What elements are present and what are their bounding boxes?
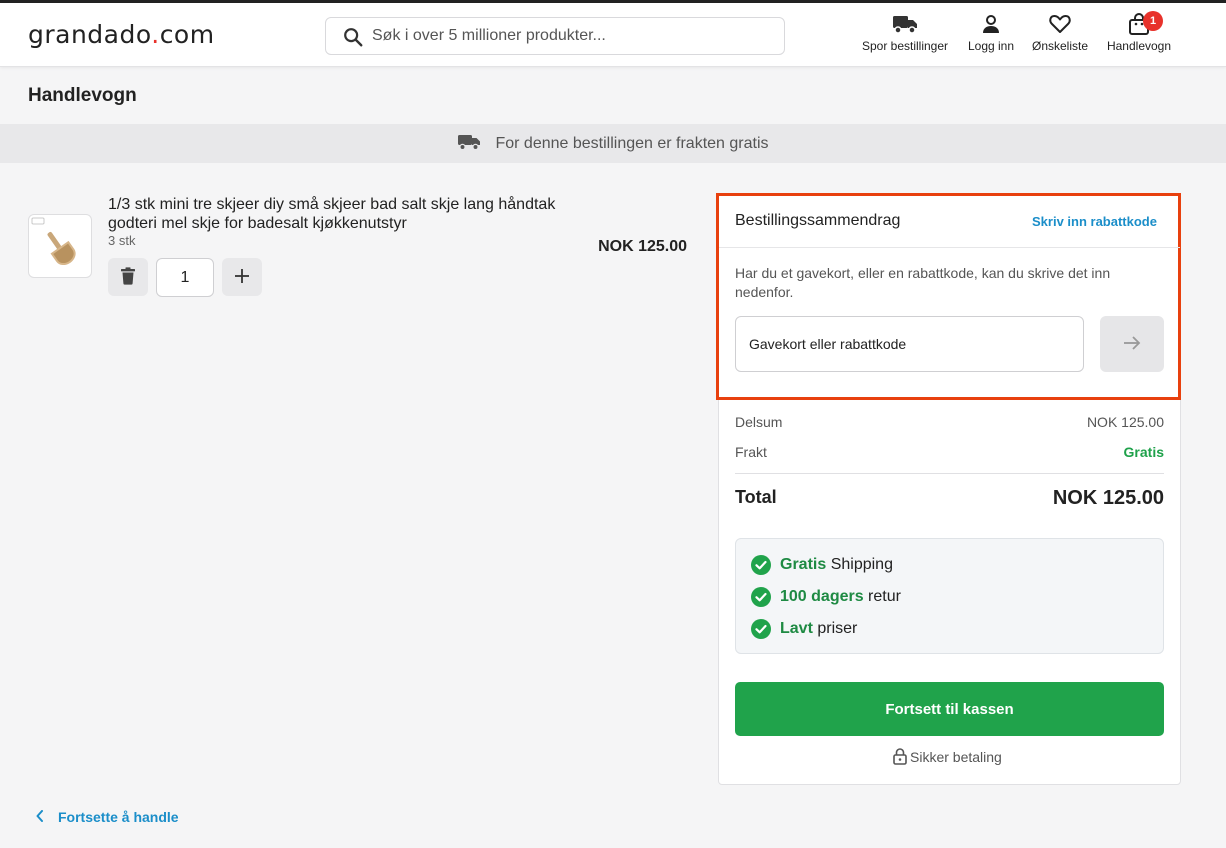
wooden-spoon-image — [31, 217, 76, 265]
nav-track-orders[interactable]: Spor bestillinger — [859, 13, 951, 61]
nav-wishlist-label: Ønskeliste — [1031, 39, 1089, 53]
continue-shopping-label: Fortsette å handle — [58, 809, 179, 825]
discount-code-input[interactable] — [735, 316, 1084, 372]
user-icon — [983, 15, 999, 33]
arrow-right-icon — [1124, 335, 1141, 350]
subtotal-label: Delsum — [735, 414, 783, 430]
cart-count-badge: 1 — [1143, 11, 1163, 31]
nav-cart[interactable]: 1 Handlevogn — [1104, 11, 1174, 61]
check-circle-icon — [751, 555, 771, 575]
free-shipping-banner: For denne bestillingen er frakten gratis — [0, 124, 1226, 163]
product-thumbnail[interactable] — [28, 214, 92, 278]
truck-icon — [893, 16, 917, 34]
search-bar — [325, 17, 785, 55]
chevron-left-icon — [36, 809, 44, 825]
check-circle-icon — [751, 587, 771, 607]
total-value: NOK 125.00 — [1052, 487, 1164, 509]
product-variant: 3 stk — [108, 233, 136, 248]
page-title: Handlevogn — [28, 85, 137, 106]
remove-item-button[interactable] — [108, 258, 148, 296]
truck-icon — [458, 134, 481, 151]
order-summary-title: Bestillingssammendrag — [735, 212, 901, 229]
total-label: Total — [735, 487, 777, 507]
continue-shopping-link[interactable]: Fortsette å handle — [36, 809, 179, 825]
check-circle-icon — [751, 619, 771, 639]
product-price: NOK 125.00 — [598, 238, 687, 255]
nav-wishlist[interactable]: Ønskeliste — [1029, 13, 1091, 61]
site-header: grandado.com Spor bestillinger Logg inn … — [0, 3, 1226, 67]
nav-track-label: Spor bestillinger — [861, 39, 949, 53]
nav-login[interactable]: Logg inn — [964, 13, 1018, 61]
trash-icon — [121, 266, 135, 285]
apply-code-button[interactable] — [1100, 316, 1164, 372]
checkout-button[interactable]: Fortsett til kassen — [735, 682, 1164, 736]
heart-icon — [1049, 15, 1071, 33]
subtotal-value: NOK 125.00 — [1086, 414, 1164, 430]
increase-quantity-button[interactable] — [222, 258, 262, 296]
lock-icon — [893, 748, 907, 765]
secure-payment-label: Sikker betaling — [910, 749, 1002, 765]
benefits-box: Gratis Shipping 100 dagers retur Lavt pr… — [735, 538, 1164, 654]
plus-icon — [235, 268, 249, 283]
site-logo[interactable]: grandado.com — [28, 20, 215, 49]
nav-cart-label: Handlevogn — [1106, 39, 1172, 53]
shipping-label: Frakt — [735, 444, 767, 460]
divider — [719, 247, 1180, 248]
product-title[interactable]: 1/3 stk mini tre skjeer diy små skjeer b… — [108, 195, 578, 233]
search-input[interactable] — [372, 19, 772, 53]
nav-login-label: Logg inn — [967, 39, 1015, 53]
free-shipping-text: For denne bestillingen er frakten gratis — [495, 135, 769, 152]
divider — [735, 473, 1164, 474]
shipping-value: Gratis — [1123, 444, 1164, 460]
enter-discount-code-link[interactable]: Skriv inn rabattkode — [1032, 214, 1157, 229]
secure-payment-note: Sikker betaling — [893, 748, 1002, 767]
promo-hint-text: Har du et gavekort, eller en rabattkode,… — [735, 265, 1111, 300]
quantity-field[interactable]: 1 — [156, 258, 214, 297]
search-icon[interactable] — [342, 26, 364, 48]
